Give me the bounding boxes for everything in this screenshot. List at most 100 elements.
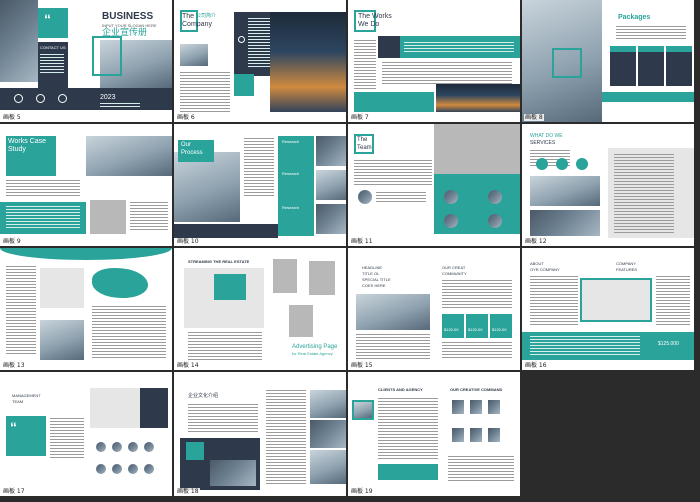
title-line-1: Works Case xyxy=(8,138,46,145)
stats-text xyxy=(6,206,80,230)
artboard-label: 画板 8 xyxy=(524,114,544,121)
footer-block xyxy=(174,224,278,238)
artboard-12[interactable]: WHAT DO WE SERVICES 画板 12 xyxy=(522,124,694,246)
artboard-6[interactable]: The Company 公司简介 画板 6 xyxy=(174,0,346,122)
member-avatar-5 xyxy=(488,214,502,228)
service-icon-1 xyxy=(536,158,548,170)
quote-band xyxy=(378,464,438,480)
artboard-17[interactable]: MANAGEMENT TEAM “ 画板 17 xyxy=(0,372,172,496)
price-1: $120.00 xyxy=(444,327,459,332)
headline-3: SPECIAL TITLE xyxy=(362,277,391,282)
icon-bar xyxy=(0,88,172,110)
polaroid-2 xyxy=(306,258,338,298)
package-card-1 xyxy=(610,46,636,86)
artboard-label: 画板 19 xyxy=(350,488,374,495)
member-avatar-1 xyxy=(96,442,106,452)
column-text xyxy=(382,62,512,84)
member-avatar-3 xyxy=(128,442,138,452)
member-avatar-1 xyxy=(358,190,372,204)
cover-photo xyxy=(0,0,38,82)
artboard-label: 画板 9 xyxy=(2,238,22,245)
artboard-18[interactable]: 企业文化介绍 画板 18 xyxy=(174,372,346,496)
location-icon xyxy=(58,94,67,103)
artboard-label: 画板 12 xyxy=(524,238,548,245)
band-text xyxy=(530,336,640,356)
section-tag: 企业文化介绍 xyxy=(188,393,219,399)
title-line-1: WHAT DO WE xyxy=(530,133,563,139)
body-text xyxy=(356,334,430,360)
member-avatar-7 xyxy=(128,464,138,474)
cover-cn-title: 企业宣传册 xyxy=(102,28,148,38)
title-line-1: The xyxy=(357,137,368,143)
title-line-2: Team xyxy=(357,145,372,151)
title-line-2: We Do xyxy=(358,21,380,28)
process-item-2: Research xyxy=(282,171,300,176)
title-line-2: Study xyxy=(8,146,26,153)
artboard-9[interactable]: Works Case Study 画板 9 xyxy=(0,124,172,246)
member-avatar-4 xyxy=(444,214,458,228)
member-avatar-8 xyxy=(144,464,154,474)
artboard-14[interactable]: STREAMING THE REAL ESTATE Advertising Pa… xyxy=(174,248,346,370)
client-photo xyxy=(352,400,374,420)
price-card-2 xyxy=(466,314,488,338)
artboard-7[interactable]: The Works We Do 画板 7 xyxy=(348,0,520,122)
features-1: COMPANY xyxy=(616,261,636,266)
package-card-2 xyxy=(638,46,664,86)
artboard-label: 画板 17 xyxy=(2,488,26,495)
price-3: $120.00 xyxy=(492,327,507,332)
map-caption xyxy=(40,268,84,308)
team-2: TEAM xyxy=(12,399,24,404)
artboard-15[interactable]: HEADLINE TITLE OL SPECIAL TITLE COES HER… xyxy=(348,248,520,370)
intro-text xyxy=(188,404,258,434)
artboard-label: 画板 16 xyxy=(524,362,548,369)
strip-photo-1 xyxy=(310,390,346,418)
package-head-3 xyxy=(666,46,692,52)
process-photo-1 xyxy=(316,136,346,166)
team-1: MANAGEMENT xyxy=(12,393,41,398)
city-photo xyxy=(270,12,346,112)
member-avatar-3 xyxy=(488,190,502,204)
team-photo xyxy=(356,294,430,330)
contact-label: CONTACT US xyxy=(40,45,66,50)
artboard-10[interactable]: Our Process Research Research Research 画… xyxy=(174,124,346,246)
artboard-8[interactable]: Packages 画板 8 xyxy=(522,0,694,122)
creative-avatar-4 xyxy=(452,428,464,442)
body-text xyxy=(50,418,84,458)
price-text xyxy=(442,342,512,360)
creative-text xyxy=(448,456,514,482)
package-head-2 xyxy=(638,46,664,52)
price-label: $125.000 xyxy=(658,341,679,347)
quote-block xyxy=(38,8,68,38)
mail-icon xyxy=(36,94,45,103)
artboard-label: 画板 11 xyxy=(350,238,374,245)
artboard-19[interactable]: CLIENTS AND AGENCY OUR CREATIVE COMMAND … xyxy=(348,372,520,496)
member-avatar-2 xyxy=(112,442,122,452)
service-icon-2 xyxy=(556,158,568,170)
member-avatar-6 xyxy=(112,464,122,474)
student-photo xyxy=(174,152,240,222)
portrait-photo xyxy=(180,44,208,66)
title-tag: 公司简介 xyxy=(196,13,217,19)
process-item-1: Research xyxy=(282,139,300,144)
column-text xyxy=(266,390,306,484)
skyline-photo xyxy=(436,84,520,112)
ad-line-1: Advertising Page xyxy=(292,344,338,350)
creative-avatar-3 xyxy=(488,400,500,414)
artboard-11[interactable]: The Team 画板 11 xyxy=(348,124,520,246)
feature-image xyxy=(580,278,652,322)
panel-photo xyxy=(210,460,256,486)
price-2: $120.00 xyxy=(468,327,483,332)
title-line-1: Our xyxy=(181,142,192,148)
headline-4: COES HERE xyxy=(362,283,386,288)
artboard-16[interactable]: ABOUT OYR COMPANY COMPANY FEATURES $125.… xyxy=(522,248,694,370)
artboard-13[interactable]: 画板 13 xyxy=(0,248,172,370)
hero-photo xyxy=(434,124,520,174)
artboard-5[interactable]: “ BUSINESS INPUT YOUR SLOGAN HERE 企业宣传册 … xyxy=(0,0,172,122)
body-text xyxy=(6,180,80,198)
accent-block xyxy=(234,74,254,96)
title-line-2: SERVICES xyxy=(530,140,556,146)
laptop-photo xyxy=(86,136,172,176)
client-text xyxy=(378,398,438,460)
process-photo-2 xyxy=(316,170,346,200)
header-wave xyxy=(0,248,172,260)
